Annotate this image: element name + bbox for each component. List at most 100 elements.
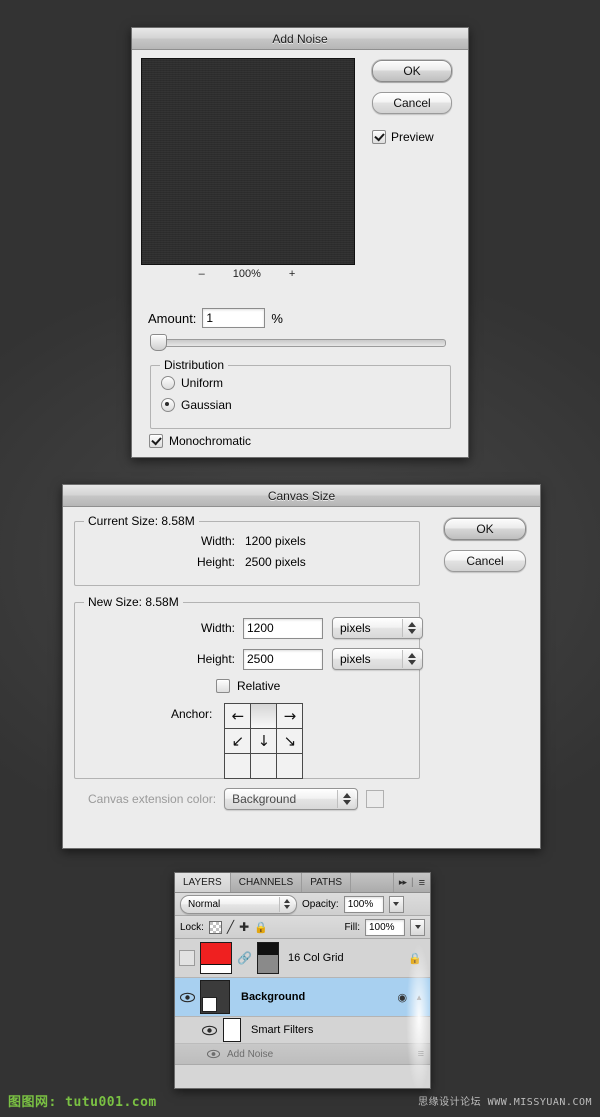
opacity-slider-toggle[interactable] bbox=[388, 895, 404, 913]
amount-slider[interactable] bbox=[150, 334, 446, 351]
watermark-right-cn: 思缘设计论坛 bbox=[418, 1097, 482, 1108]
lock-fill-row: Lock: ╱ ✚ 🔒 Fill: 100% bbox=[175, 916, 430, 939]
radio-gaussian-dot[interactable] bbox=[161, 398, 175, 412]
anchor-cell-top-center[interactable] bbox=[251, 704, 277, 728]
filter-blending-options-icon[interactable]: ≡ bbox=[418, 1048, 424, 1060]
canvas-extension-label: Canvas extension color: bbox=[88, 792, 217, 806]
relative-checkbox-box[interactable] bbox=[216, 679, 230, 693]
new-height-input[interactable]: 2500 bbox=[243, 648, 323, 670]
add-noise-ok-button[interactable]: OK bbox=[372, 60, 452, 82]
lock-move-icon[interactable]: ✚ bbox=[239, 920, 249, 934]
anchor-cell-middle-left[interactable]: ↙ bbox=[225, 729, 251, 753]
anchor-cell-top-right[interactable]: → bbox=[277, 704, 303, 728]
preview-checkbox-box[interactable] bbox=[372, 130, 386, 144]
new-height-unit-stepper[interactable] bbox=[402, 650, 420, 668]
tab-layers[interactable]: LAYERS bbox=[175, 873, 231, 892]
layer-row-background[interactable]: Background ◉ ▲ bbox=[175, 978, 430, 1017]
fill-input[interactable]: 100% bbox=[365, 918, 405, 936]
layer-visibility-toggle[interactable] bbox=[179, 950, 195, 966]
add-noise-title: Add Noise bbox=[272, 31, 328, 46]
arrow-right-icon: → bbox=[283, 706, 297, 725]
new-width-row: Width: 1200 pixels bbox=[75, 617, 423, 639]
zoom-in-button[interactable]: + bbox=[289, 268, 295, 280]
radio-gaussian-label: Gaussian bbox=[181, 398, 232, 412]
canvas-size-cancel-button[interactable]: Cancel bbox=[444, 550, 526, 572]
arrow-down-right-icon: ↘ bbox=[283, 731, 297, 750]
new-width-label: Width: bbox=[200, 621, 235, 635]
layer-thumbnail[interactable] bbox=[200, 980, 230, 1014]
monochromatic-checkbox[interactable]: Monochromatic bbox=[149, 434, 251, 448]
panel-menu-icon[interactable]: ≡ bbox=[419, 877, 425, 889]
fill-slider-toggle[interactable] bbox=[410, 918, 425, 936]
blend-mode-select[interactable]: Normal bbox=[180, 894, 297, 914]
radio-gaussian[interactable]: Gaussian bbox=[161, 398, 232, 412]
lock-brush-icon[interactable]: ╱ bbox=[227, 920, 234, 934]
zoom-out-button[interactable]: – bbox=[199, 268, 205, 280]
anchor-cell-bottom-right[interactable] bbox=[277, 754, 303, 778]
anchor-cell-middle-right[interactable]: ↘ bbox=[277, 729, 303, 753]
layer-visibility-toggle[interactable] bbox=[179, 989, 195, 1005]
new-width-unit-select[interactable]: pixels bbox=[332, 617, 423, 639]
tab-channels[interactable]: CHANNELS bbox=[230, 873, 303, 892]
chevron-up-icon bbox=[342, 793, 351, 798]
tab-paths[interactable]: PATHS bbox=[302, 873, 352, 892]
collapse-panel-icon[interactable]: ▸▸ bbox=[399, 877, 407, 888]
amount-slider-knob[interactable] bbox=[150, 334, 167, 351]
expand-triangle-icon[interactable]: ▲ bbox=[415, 993, 423, 1002]
watermark-right-url: WWW.MISSYUAN.COM bbox=[487, 1097, 592, 1108]
lock-label: Lock: bbox=[180, 921, 204, 933]
lock-all-icon[interactable]: 🔒 bbox=[254, 921, 268, 934]
chevron-down-icon bbox=[414, 925, 421, 929]
smart-filter-name: Add Noise bbox=[227, 1048, 274, 1060]
preview-checkbox[interactable]: Preview bbox=[372, 130, 434, 144]
smart-filters-mask-thumbnail[interactable] bbox=[223, 1018, 241, 1042]
layer-thumbnail[interactable] bbox=[200, 942, 232, 974]
add-noise-dialog: Add Noise – 100% + OK Cancel Preview Amo… bbox=[131, 27, 469, 458]
anchor-cell-middle-center[interactable]: ↓ bbox=[251, 729, 277, 753]
watermark-right: 思缘设计论坛 WWW.MISSYUAN.COM bbox=[418, 1093, 592, 1108]
new-height-value: 2500 bbox=[247, 652, 274, 666]
noise-preview-image[interactable] bbox=[141, 58, 355, 265]
smart-filter-add-noise-row[interactable]: Add Noise ≡ bbox=[175, 1044, 430, 1065]
add-noise-cancel-button[interactable]: Cancel bbox=[372, 92, 452, 114]
radio-uniform[interactable]: Uniform bbox=[161, 376, 223, 390]
new-height-row: Height: 2500 pixels bbox=[75, 648, 423, 670]
fill-value: 100% bbox=[369, 921, 395, 933]
anchor-cell-bottom-left[interactable] bbox=[225, 754, 251, 778]
opacity-input[interactable]: 100% bbox=[343, 895, 384, 913]
fill-label: Fill: bbox=[344, 921, 360, 933]
lock-transparency-icon[interactable] bbox=[208, 920, 222, 934]
opacity-value: 100% bbox=[347, 898, 374, 910]
eye-icon bbox=[179, 992, 195, 1002]
amount-unit: % bbox=[271, 310, 283, 326]
smart-filters-label: Smart Filters bbox=[251, 1024, 314, 1036]
layer-row-16-col-grid[interactable]: 🔗 16 Col Grid 🔒 bbox=[175, 939, 430, 978]
canvas-extension-stepper[interactable] bbox=[337, 790, 356, 808]
current-width-value: 1200 pixels bbox=[245, 534, 306, 548]
anchor-cell-bottom-center[interactable] bbox=[251, 754, 277, 778]
chevron-down-icon bbox=[342, 800, 351, 805]
smart-filter-badge-icon[interactable]: ◉ bbox=[397, 991, 407, 1004]
radio-uniform-dot[interactable] bbox=[161, 376, 175, 390]
chevron-down-icon bbox=[284, 905, 290, 909]
anchor-grid[interactable]: ← → ↙ ↓ ↘ bbox=[224, 703, 304, 779]
new-width-input[interactable]: 1200 bbox=[243, 617, 323, 639]
smart-filters-row[interactable]: Smart Filters bbox=[175, 1017, 430, 1044]
relative-checkbox[interactable]: Relative bbox=[216, 679, 280, 693]
new-height-unit-select[interactable]: pixels bbox=[332, 648, 423, 670]
current-size-group: Current Size: 8.58M Width: 1200 pixels H… bbox=[74, 514, 420, 586]
anchor-cell-top-left[interactable]: ← bbox=[225, 704, 251, 728]
amount-input[interactable]: 1 bbox=[202, 308, 266, 328]
new-width-unit-stepper[interactable] bbox=[402, 619, 420, 637]
monochromatic-checkbox-box[interactable] bbox=[149, 434, 163, 448]
canvas-extension-swatch[interactable] bbox=[366, 790, 385, 808]
canvas-size-ok-button[interactable]: OK bbox=[444, 518, 526, 540]
layer-mask-thumbnail[interactable] bbox=[256, 942, 279, 974]
blend-mode-stepper[interactable] bbox=[279, 896, 294, 912]
add-noise-visibility-toggle[interactable] bbox=[205, 1046, 221, 1062]
layer-link-icon[interactable]: 🔗 bbox=[237, 951, 252, 965]
canvas-extension-select[interactable]: Background bbox=[224, 788, 359, 810]
new-width-value: 1200 bbox=[247, 621, 274, 635]
smart-filters-visibility-toggle[interactable] bbox=[201, 1022, 217, 1038]
amount-slider-track[interactable] bbox=[150, 339, 446, 347]
